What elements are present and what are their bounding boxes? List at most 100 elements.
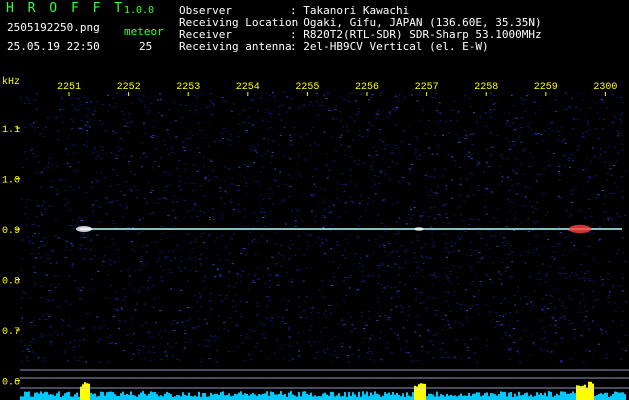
- time-tick-label: 2254: [236, 82, 260, 93]
- signal-bar: [362, 391, 364, 400]
- time-tick-label: 2257: [415, 82, 439, 93]
- signal-bar: [522, 394, 524, 400]
- signal-bar: [182, 392, 184, 400]
- signal-bar: [334, 396, 336, 400]
- signal-bar: [492, 393, 494, 400]
- signal-bar: [472, 393, 474, 400]
- signal-bar: [474, 393, 476, 400]
- time-tick-label: 2252: [117, 82, 141, 93]
- signal-bar: [396, 392, 398, 400]
- signal-bar: [504, 391, 506, 400]
- signal-bar: [544, 392, 546, 400]
- signal-bar: [562, 391, 564, 400]
- time-tick-label: 2300: [593, 82, 617, 93]
- signal-bar: [24, 391, 26, 400]
- signal-bar: [62, 395, 64, 400]
- signal-bar: [614, 391, 616, 400]
- signal-bar: [516, 396, 518, 400]
- freq-tick-label: 0.6: [2, 378, 20, 389]
- meteor-count: 25: [139, 40, 153, 53]
- freq-tick-label: 1.0: [2, 176, 20, 187]
- signal-bar: [464, 395, 466, 400]
- signal-bar: [556, 393, 558, 400]
- signal-bar: [318, 396, 320, 400]
- signal-bar: [26, 391, 28, 400]
- signal-bar: [44, 391, 46, 400]
- signal-bar: [154, 391, 156, 400]
- signal-bar: [572, 391, 574, 400]
- signal-bar: [88, 383, 90, 400]
- signal-bar: [428, 393, 430, 400]
- signal-bar: [438, 396, 440, 400]
- signal-bar: [42, 393, 44, 400]
- signal-bar: [448, 395, 450, 400]
- signal-bar: [366, 391, 368, 400]
- signal-bar: [156, 394, 158, 400]
- signal-bar: [210, 392, 212, 400]
- signal-bar: [470, 396, 472, 400]
- signal-bar: [278, 393, 280, 400]
- file-name: 2505192250.png: [7, 21, 100, 34]
- signal-bar: [106, 392, 108, 400]
- signal-bar: [56, 393, 58, 400]
- signal-bar: [434, 396, 436, 400]
- signal-bar: [234, 393, 236, 400]
- signal-bar: [526, 392, 528, 400]
- header-panel: H R O F F T 1.0.0 2505192250.png meteor …: [0, 0, 629, 72]
- signal-bar: [604, 392, 606, 400]
- signal-bar: [114, 394, 116, 400]
- signal-bar: [284, 393, 286, 400]
- signal-bar: [48, 394, 50, 400]
- signal-bar: [268, 395, 270, 400]
- app-logo: H R O F F T: [6, 1, 126, 16]
- signal-bar: [584, 384, 586, 400]
- signal-bar: [118, 396, 120, 400]
- signal-bar: [142, 391, 144, 400]
- signal-bar: [290, 391, 292, 400]
- signal-bar: [514, 393, 516, 400]
- signal-bar: [330, 391, 332, 400]
- signal-bar: [432, 394, 434, 400]
- signal-bar: [30, 396, 32, 400]
- signal-bar: [328, 395, 330, 400]
- signal-bar: [296, 396, 298, 400]
- signal-bar: [550, 391, 552, 400]
- meteor-echo: [414, 227, 424, 231]
- signal-bar: [198, 391, 200, 400]
- signal-bar: [424, 383, 426, 400]
- signal-bar: [298, 392, 300, 400]
- meteor-echo: [568, 224, 592, 234]
- signal-bar: [340, 396, 342, 400]
- signal-bar: [370, 392, 372, 400]
- signal-bar: [502, 391, 504, 400]
- signal-bar: [536, 392, 538, 400]
- signal-bar: [230, 396, 232, 400]
- signal-bar: [342, 396, 344, 400]
- signal-bar: [242, 394, 244, 400]
- signal-bar: [184, 394, 186, 400]
- signal-bar: [40, 391, 42, 400]
- signal-bar: [624, 394, 626, 400]
- signal-bar: [140, 392, 142, 400]
- signal-bar: [386, 393, 388, 400]
- signal-bar: [144, 393, 146, 400]
- signal-bar: [94, 393, 96, 400]
- signal-bar: [378, 394, 380, 400]
- signal-bar: [266, 391, 268, 400]
- signal-bar: [462, 395, 464, 400]
- signal-bar: [204, 392, 206, 400]
- signal-bar: [530, 394, 532, 400]
- signal-bar: [190, 396, 192, 400]
- signal-bar: [272, 391, 274, 400]
- signal-bar: [194, 395, 196, 400]
- signal-bar: [218, 394, 220, 400]
- signal-bar: [306, 393, 308, 400]
- signal-bar: [134, 395, 136, 400]
- signal-bar: [456, 396, 458, 400]
- signal-bar: [540, 393, 542, 400]
- signal-bar: [486, 392, 488, 400]
- signal-bar: [500, 391, 502, 400]
- signal-bar: [406, 392, 408, 400]
- signal-bar: [166, 391, 168, 400]
- time-tick-label: 2259: [534, 82, 558, 93]
